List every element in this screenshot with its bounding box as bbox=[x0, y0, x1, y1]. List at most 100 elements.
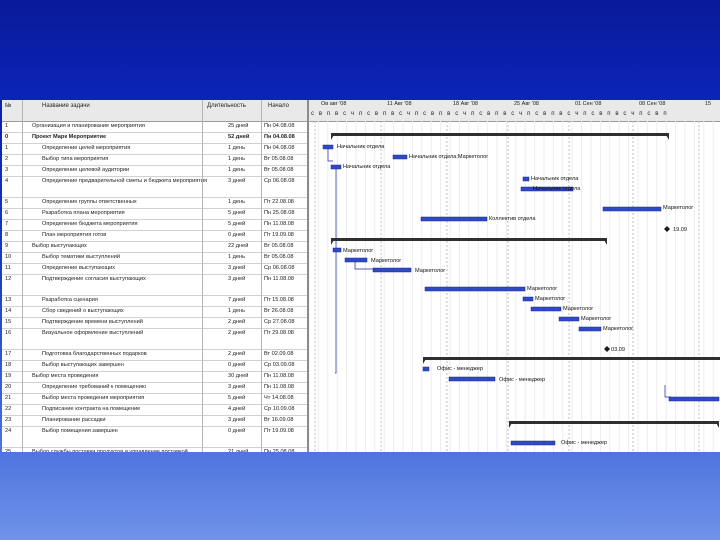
task-duration: 5 дней bbox=[228, 395, 246, 401]
task-id: 10 bbox=[5, 254, 12, 260]
bar-label: Маркетолог bbox=[603, 326, 633, 332]
task-start: Вт 16.09.08 bbox=[264, 417, 294, 423]
col-divider bbox=[22, 100, 23, 452]
task-bar bbox=[422, 366, 430, 372]
task-name: Подтверждение времени выступлений bbox=[42, 319, 143, 325]
task-id: 9 bbox=[5, 243, 9, 249]
summary-bar bbox=[331, 133, 669, 136]
task-bar bbox=[668, 396, 720, 402]
task-duration: 52 дней bbox=[228, 134, 250, 140]
milestone-diamond bbox=[604, 346, 610, 352]
task-start: Вт 02.09.08 bbox=[264, 351, 294, 357]
bar-label: Маркетолог bbox=[527, 286, 557, 292]
bar-label: Маркетолог bbox=[535, 296, 565, 302]
task-id: 20 bbox=[5, 384, 12, 390]
task-start: Пт 19.09.08 bbox=[264, 232, 294, 238]
task-start: Ср 06.08.08 bbox=[264, 265, 295, 271]
bar-label: Начальник отдела bbox=[343, 164, 391, 170]
task-name: Определение бюджета мероприятия bbox=[42, 221, 138, 227]
task-id: 5 bbox=[5, 199, 9, 205]
task-bar bbox=[344, 257, 368, 263]
summary-end bbox=[423, 357, 427, 364]
task-duration: 1 день bbox=[228, 156, 246, 162]
task-id: 7 bbox=[5, 221, 9, 227]
week-label: 01 Сен '08 bbox=[575, 101, 602, 107]
task-duration: 22 дней bbox=[228, 243, 249, 249]
week-label: Ов авг '08 bbox=[321, 101, 347, 107]
task-name: Определение целей мероприятия bbox=[42, 145, 131, 151]
bar-label: Маркетолог bbox=[343, 248, 373, 254]
col-divider bbox=[261, 100, 262, 452]
task-duration: 1 день bbox=[228, 199, 246, 205]
summary-bar bbox=[423, 357, 720, 360]
task-bar bbox=[392, 154, 408, 160]
col-name-header[interactable]: Название задачи bbox=[42, 103, 90, 109]
task-id: 13 bbox=[5, 297, 12, 303]
task-start: Пт 22.08.08 bbox=[264, 199, 294, 205]
summary-end bbox=[331, 238, 335, 245]
task-duration: 25 дней bbox=[228, 123, 249, 129]
task-start: Ср 03.09.08 bbox=[264, 362, 295, 368]
task-duration: 30 дней bbox=[228, 373, 249, 379]
task-id: 22 bbox=[5, 406, 12, 412]
task-duration: 21 дней bbox=[228, 449, 249, 452]
task-duration: 5 дней bbox=[228, 221, 246, 227]
task-name: Определение требований к помещению bbox=[42, 384, 147, 390]
col-start-header[interactable]: Начало bbox=[268, 103, 289, 109]
task-duration: 1 день bbox=[228, 167, 246, 173]
bar-label: Офис - менеджер bbox=[561, 440, 607, 446]
bar-label: Начальник отдела bbox=[337, 144, 385, 150]
task-id: 1 bbox=[5, 145, 9, 151]
task-start: Вт 05.08.08 bbox=[264, 254, 294, 260]
task-id: 12 bbox=[5, 276, 12, 282]
task-name: Выбор выступающих завершен bbox=[42, 362, 124, 368]
task-id: 25 bbox=[5, 449, 12, 452]
task-duration: 1 день bbox=[228, 254, 246, 260]
task-bar bbox=[522, 176, 530, 182]
day-letters: с в п в с ч п с в п в с ч п с в п в с ч … bbox=[311, 111, 669, 117]
bar-label: 19.09 bbox=[673, 227, 687, 233]
task-id: 24 bbox=[5, 428, 12, 434]
task-duration: 3 дней bbox=[228, 178, 246, 184]
task-duration: 2 дней bbox=[228, 330, 246, 336]
task-start: Пн 11.08.08 bbox=[264, 276, 295, 282]
task-id: 17 bbox=[5, 351, 12, 357]
task-duration: 0 дней bbox=[228, 362, 246, 368]
task-name: Разработка сценария bbox=[42, 297, 98, 303]
task-duration: 1 день bbox=[228, 145, 246, 151]
task-name: Разработка плана мероприятия bbox=[42, 210, 125, 216]
task-name: Сбор сведений о выступающих bbox=[42, 308, 124, 314]
bar-label: Маркетолог bbox=[371, 258, 401, 264]
task-id: 23 bbox=[5, 417, 12, 423]
task-bar bbox=[602, 206, 662, 212]
task-start: Пн 11.08.08 bbox=[264, 384, 295, 390]
task-start: Пн 11.08.08 bbox=[264, 221, 295, 227]
task-id: 8 bbox=[5, 232, 9, 238]
task-bar bbox=[530, 306, 562, 312]
task-name: Определение выступающих bbox=[42, 265, 115, 271]
summary-bar bbox=[331, 238, 607, 241]
task-duration: 1 день bbox=[228, 308, 246, 314]
task-id: 18 bbox=[5, 362, 12, 368]
summary-end bbox=[331, 133, 335, 140]
task-table: № Название задачи Длительность Начало ▫ … bbox=[2, 100, 309, 452]
task-bar bbox=[578, 326, 602, 332]
dependency-link bbox=[335, 169, 337, 374]
task-bar bbox=[510, 440, 556, 446]
bar-label: Начальник отдела bbox=[531, 176, 579, 182]
task-bar bbox=[448, 376, 496, 382]
task-name: Выбор службы поставки продуктов и управл… bbox=[32, 449, 188, 452]
task-name: Подготовка благодарственных подарков bbox=[42, 351, 147, 357]
task-name: Подтверждение согласия выступающих bbox=[42, 276, 146, 282]
task-name: Выбор места проведения bbox=[32, 373, 99, 379]
task-name: Определение целевой аудитории bbox=[42, 167, 130, 173]
task-bar bbox=[420, 216, 488, 222]
task-start: Пн 11.08.08 bbox=[264, 373, 295, 379]
task-bar bbox=[372, 267, 412, 273]
week-label: 18 Авг '08 bbox=[453, 101, 478, 107]
bar-label: Коллектив отдела bbox=[489, 216, 536, 222]
bar-label: Маркетолог bbox=[663, 205, 693, 211]
info-icon: ▫ bbox=[5, 103, 8, 110]
task-duration: 3 дней bbox=[228, 384, 246, 390]
col-duration-header[interactable]: Длительность bbox=[207, 103, 246, 109]
